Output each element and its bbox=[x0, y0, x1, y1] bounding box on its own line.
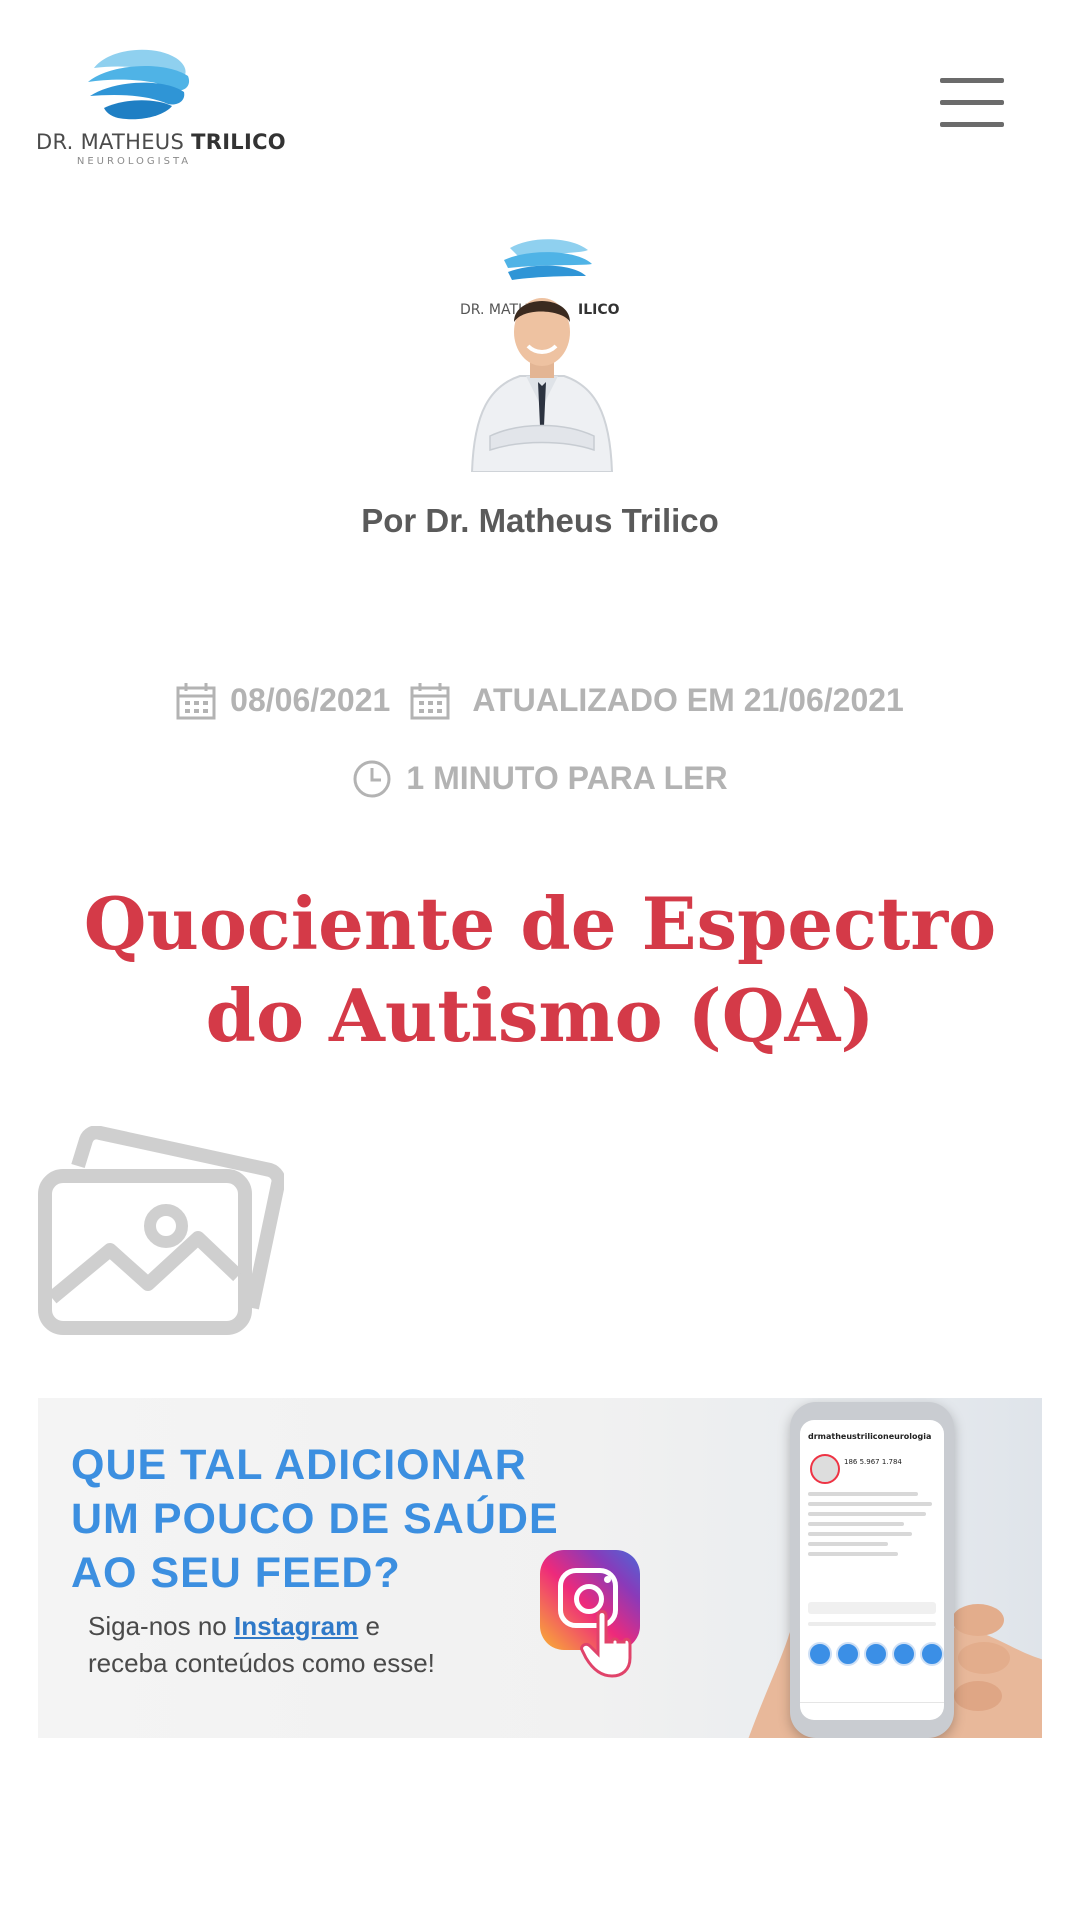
calendar-icon bbox=[176, 682, 216, 720]
reading-time-label: 1 MINUTO PARA LER bbox=[406, 760, 728, 797]
site-header: DR. MATHEUS TRILICO NEUROLOGISTA bbox=[0, 0, 1080, 190]
author-avatar: DR. MATH ILICO bbox=[460, 239, 620, 472]
svg-text:ILICO: ILICO bbox=[578, 302, 620, 318]
menu-button[interactable] bbox=[940, 78, 1004, 130]
logo-text: DR. MATHEUS TRILICO bbox=[36, 130, 286, 154]
brain-waves-logo-icon bbox=[88, 49, 190, 120]
author-byline[interactable]: Por Dr. Matheus Trilico bbox=[0, 502, 1080, 540]
post-dates: 08/06/2021 ATUALIZADO EM 21/06/2021 bbox=[0, 680, 1080, 720]
image-placeholder-icon bbox=[38, 1126, 284, 1335]
phone-stats: 186 5.967 1.784 bbox=[844, 1458, 902, 1466]
phone-avatar bbox=[810, 1454, 840, 1484]
instagram-banner[interactable]: QUE TAL ADICIONAR UM POUCO DE SAÚDE AO S… bbox=[38, 1398, 1042, 1738]
hamburger-icon bbox=[940, 78, 1004, 83]
clock-icon bbox=[353, 760, 391, 798]
published-date: 08/06/2021 bbox=[230, 682, 391, 719]
instagram-link[interactable]: Instagram bbox=[234, 1611, 358, 1641]
reading-time: 1 MINUTO PARA LER bbox=[0, 758, 1080, 799]
post-title: Quociente de Espectro do Autismo (QA) bbox=[83, 881, 997, 1058]
phone-mockup: drmatheustriliconeurologia 186 5.967 1.7… bbox=[790, 1402, 954, 1738]
banner-headline: QUE TAL ADICIONAR UM POUCO DE SAÚDE AO S… bbox=[71, 1441, 559, 1597]
banner-subtext: Siga-nos no Instagram e receba conteúdos… bbox=[88, 1611, 435, 1678]
phone-profile-handle: drmatheustriliconeurologia bbox=[808, 1432, 932, 1441]
pointer-hand-icon bbox=[580, 1610, 632, 1678]
updated-date: ATUALIZADO EM 21/06/2021 bbox=[472, 682, 904, 719]
calendar-icon bbox=[410, 682, 450, 720]
logo-subtitle: NEUROLOGISTA bbox=[76, 156, 192, 167]
site-logo[interactable]: DR. MATHEUS TRILICO NEUROLOGISTA bbox=[36, 46, 286, 167]
